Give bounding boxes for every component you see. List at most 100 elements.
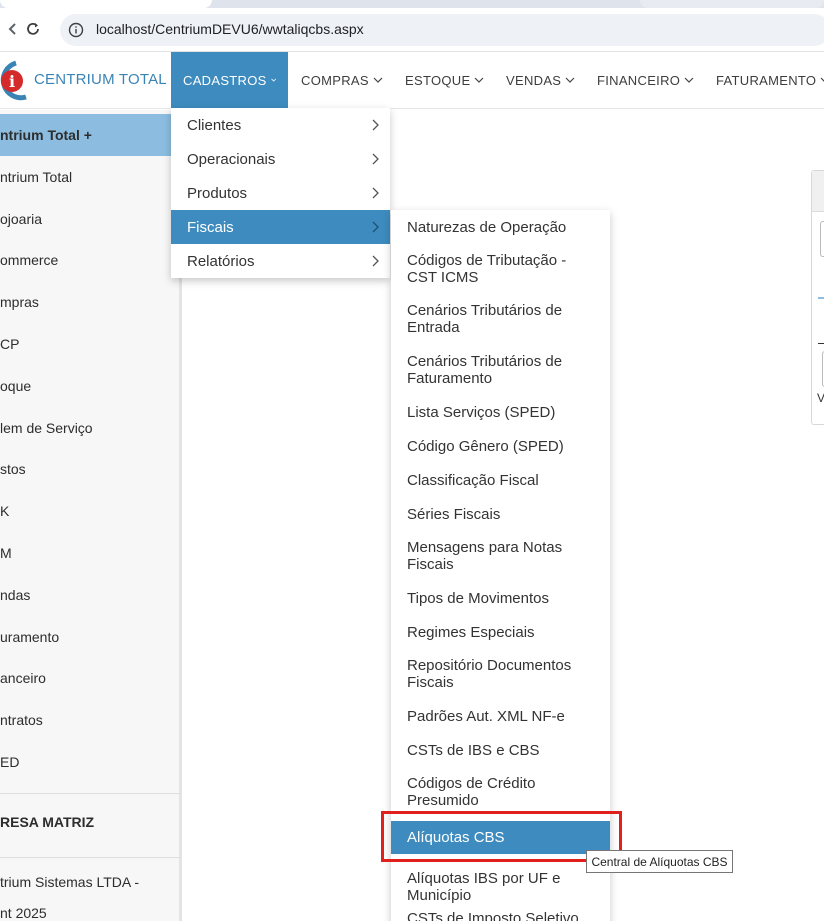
- submenu-item-tipos-movimentos[interactable]: Tipos de Movimentos: [391, 581, 610, 615]
- submenu-item-label: Naturezas de Operação: [407, 218, 567, 236]
- sidebar-item-ecommerce[interactable]: ommerce: [0, 239, 180, 281]
- sidebar-item-pcp[interactable]: CP: [0, 323, 180, 365]
- submenu-item-label: Classificação Fiscal: [407, 471, 539, 489]
- submenu-item-label: Alíquotas IBS por UF e Município: [407, 870, 561, 904]
- menu-item-label: Fiscais: [187, 218, 234, 236]
- chevron-down-icon: [684, 77, 694, 83]
- menu-item-label: Relatórios: [187, 252, 255, 270]
- sidebar-item-k[interactable]: K: [0, 490, 180, 532]
- submenu-item-csts-imposto-seletivo[interactable]: CSTs de Imposto Seletivo: [391, 910, 610, 921]
- menu-vendas[interactable]: VENDAS: [506, 52, 575, 108]
- sidebar-item-label: ED: [0, 754, 20, 770]
- menu-cadastros[interactable]: CADASTROS: [171, 52, 288, 108]
- menu-item-operacionais[interactable]: Operacionais: [171, 142, 390, 176]
- sidebar-item-label: K: [0, 503, 10, 519]
- menu-label: ESTOQUE: [405, 72, 471, 88]
- app-logo[interactable]: i: [0, 59, 28, 101]
- panel-input-fragment[interactable]: [820, 221, 824, 257]
- chevron-down-icon: [475, 77, 484, 83]
- submenu-item-label: Padrões Aut. XML NF-e: [407, 707, 565, 725]
- sidebar-footer-line2: nt 2025: [0, 902, 180, 921]
- chevron-down-icon: [373, 77, 383, 83]
- refresh-icon[interactable]: [22, 18, 44, 40]
- submenu-item-lista-servicos[interactable]: Lista Serviços (SPED): [391, 395, 610, 429]
- menu-item-label: Operacionais: [187, 150, 276, 168]
- cadastros-dropdown: Clientes Operacionais Produtos Fiscais R…: [171, 108, 390, 278]
- active-tab-edge[interactable]: [0, 0, 212, 8]
- logo-letter: i: [9, 72, 15, 91]
- chevron-right-icon: [372, 119, 379, 131]
- submenu-item-aliquotas-ibs[interactable]: Alíquotas IBS por UF e Município: [391, 862, 610, 912]
- submenu-item-label: Códigos de Crédito Presumido: [407, 775, 536, 809]
- sidebar-item-estoque[interactable]: oque: [0, 365, 180, 407]
- sidebar-item-label: oque: [0, 378, 32, 394]
- submenu-item-codigos-tributacao[interactable]: Códigos de Tributação - CST ICMS: [391, 244, 610, 294]
- url-omnibox[interactable]: localhost/CentriumDEVU6/wwtaliqcbs.aspx: [60, 14, 824, 46]
- url-text[interactable]: localhost/CentriumDEVU6/wwtaliqcbs.aspx: [96, 21, 364, 37]
- submenu-item-codigo-genero[interactable]: Código Gênero (SPED): [391, 429, 610, 463]
- sidebar-item-vendas[interactable]: ndas: [0, 574, 180, 616]
- submenu-item-label: Mensagens para Notas Fiscais: [407, 539, 563, 573]
- back-arrow-icon[interactable]: [2, 18, 24, 40]
- sidebar-item-centrium-total[interactable]: ntrium Total: [0, 156, 180, 198]
- sidebar-item-centrium-total-plus[interactable]: ntrium Total +: [0, 114, 180, 156]
- menu-label: VENDAS: [506, 72, 562, 88]
- menu-financeiro[interactable]: FINANCEIRO: [597, 52, 694, 108]
- sidebar-item-joalheria[interactable]: ojoaria: [0, 198, 180, 240]
- sidebar-item-label: ojoaria: [0, 211, 43, 227]
- browser-tab-strip: [0, 0, 824, 8]
- menu-item-relatorios[interactable]: Relatórios: [171, 244, 390, 278]
- chevron-right-icon: [372, 255, 379, 267]
- panel-accent-line: [818, 297, 824, 299]
- menu-estoque[interactable]: ESTOQUE: [405, 52, 484, 108]
- submenu-item-mensagens-notas[interactable]: Mensagens para Notas Fiscais: [391, 531, 610, 581]
- other-tab-edge[interactable]: [640, 0, 824, 8]
- submenu-item-naturezas-operacao[interactable]: Naturezas de Operação: [391, 210, 610, 244]
- chevron-right-icon: [372, 187, 379, 199]
- sidebar-item-custos[interactable]: stos: [0, 448, 180, 490]
- sidebar-item-compras[interactable]: mpras: [0, 281, 180, 323]
- sidebar-divider: [0, 857, 180, 858]
- sidebar-item-financeiro[interactable]: anceiro: [0, 657, 180, 699]
- submenu-item-cenarios-entrada[interactable]: Cenários Tributários de Entrada: [391, 294, 610, 344]
- submenu-item-label: CSTs de IBS e CBS: [407, 741, 540, 759]
- menu-faturamento[interactable]: FATURAMENTO: [716, 52, 824, 108]
- submenu-item-classificacao-fiscal[interactable]: Classificação Fiscal: [391, 463, 610, 497]
- sidebar-item-ordem-servico[interactable]: lem de Serviço: [0, 407, 180, 449]
- panel-line: [818, 343, 824, 344]
- submenu-item-padroes-xml[interactable]: Padrões Aut. XML NF-e: [391, 699, 610, 733]
- chevron-right-icon: [372, 153, 379, 165]
- sidebar-item-label: lem de Serviço: [0, 420, 93, 436]
- submenu-item-credito-presumido[interactable]: Códigos de Crédito Presumido: [391, 767, 610, 817]
- menu-item-fiscais[interactable]: Fiscais: [171, 210, 390, 244]
- sidebar-company[interactable]: RESA MATRIZ: [0, 801, 180, 843]
- sidebar-item-label: ndas: [0, 587, 31, 603]
- menu-compras[interactable]: COMPRAS: [301, 52, 383, 108]
- submenu-item-label: Código Gênero (SPED): [407, 437, 564, 455]
- submenu-item-label: Cenários Tributários de Entrada: [407, 302, 563, 336]
- sidebar-item-faturamento[interactable]: uramento: [0, 616, 180, 658]
- submenu-item-label: Séries Fiscais: [407, 505, 501, 523]
- sidebar-item-label: anceiro: [0, 670, 46, 686]
- sidebar: ntrium Total + ntrium Total ojoaria omme…: [0, 110, 182, 921]
- submenu-item-label: Cenários Tributários de Faturamento: [407, 352, 563, 387]
- sidebar-item-m[interactable]: M: [0, 532, 180, 574]
- menu-label: COMPRAS: [301, 72, 369, 88]
- submenu-item-series-fiscais[interactable]: Séries Fiscais: [391, 497, 610, 531]
- menu-item-produtos[interactable]: Produtos: [171, 176, 390, 210]
- sidebar-item-label: mpras: [0, 294, 39, 310]
- sidebar-item-contratos[interactable]: ntratos: [0, 699, 180, 741]
- menu-item-label: Produtos: [187, 184, 248, 202]
- chevron-down-icon: [565, 77, 575, 83]
- sidebar-item-label: ntratos: [0, 712, 43, 728]
- submenu-item-repositorio-documentos[interactable]: Repositório Documentos Fiscais: [391, 649, 610, 699]
- brand-name[interactable]: CENTRIUM TOTAL +: [34, 71, 180, 88]
- submenu-item-cenarios-faturamento[interactable]: Cenários Tributários de Faturamento: [391, 344, 610, 395]
- sidebar-item-sped[interactable]: ED: [0, 741, 180, 783]
- menu-item-clientes[interactable]: Clientes: [171, 108, 390, 142]
- submenu-item-label: CSTs de Imposto Seletivo: [407, 910, 579, 921]
- panel-header: [812, 171, 824, 212]
- submenu-item-csts-ibs-cbs[interactable]: CSTs de IBS e CBS: [391, 733, 610, 767]
- submenu-item-regimes-especiais[interactable]: Regimes Especiais: [391, 615, 610, 649]
- site-info-icon[interactable]: [68, 22, 84, 38]
